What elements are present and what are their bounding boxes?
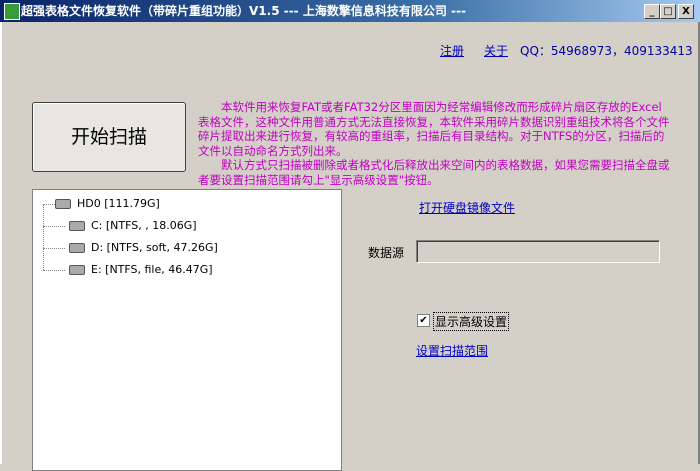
tree-branch (43, 226, 65, 227)
description-paragraph-2: 默认方式只扫描被删除或者格式化后释放出来空间内的表格数据，如果您需要扫描全盘或者… (198, 158, 670, 187)
tree-branch (43, 270, 65, 271)
advanced-settings-label[interactable]: 显示高级设置 (433, 312, 510, 331)
hard-disk-icon (55, 199, 71, 209)
disk-tree[interactable]: HD0 [111.79G] C: [NTFS, , 18.06G] D: [NT… (32, 189, 342, 471)
register-link[interactable]: 注册 (440, 42, 464, 59)
app-icon (4, 3, 20, 20)
about-link[interactable]: 关于 (484, 42, 508, 59)
tree-item-label: HD0 [111.79G] (77, 197, 160, 210)
tree-item-e[interactable]: E: [NTFS, file, 46.47G] (69, 262, 213, 278)
data-source-label: 数据源 (368, 246, 405, 260)
minimize-button[interactable]: _ (644, 4, 660, 19)
drive-icon (69, 243, 85, 253)
title-bar: 超强表格文件恢复软件（带碎片重组功能）V1.5 --- 上海数擎信息科技有限公司… (0, 0, 700, 22)
window-title: 超强表格文件恢复软件（带碎片重组功能）V1.5 --- 上海数擎信息科技有限公司… (21, 4, 466, 18)
close-button[interactable]: X (678, 4, 694, 19)
tree-line (43, 204, 44, 270)
drive-icon (69, 265, 85, 275)
qq-contact: QQ：54968973，409133413 (520, 44, 693, 58)
tree-item-label: C: [NTFS, , 18.06G] (91, 219, 197, 232)
tree-item-hd0[interactable]: HD0 [111.79G] (55, 196, 160, 212)
tree-branch (43, 248, 65, 249)
tree-item-c[interactable]: C: [NTFS, , 18.06G] (69, 218, 197, 234)
start-scan-button[interactable]: 开始扫描 (32, 102, 186, 172)
description-paragraph-1: 本软件用来恢复FAT或者FAT32分区里面因为经常编辑修改而形成碎片扇区存放的E… (198, 100, 670, 158)
data-source-input[interactable] (416, 240, 660, 263)
tree-item-label: D: [NTFS, soft, 47.26G] (91, 241, 218, 254)
open-disk-image-link[interactable]: 打开硬盘镜像文件 (419, 199, 515, 216)
description: 本软件用来恢复FAT或者FAT32分区里面因为经常编辑修改而形成碎片扇区存放的E… (198, 100, 670, 187)
maximize-button[interactable]: □ (660, 4, 676, 19)
advanced-settings-checkbox[interactable]: ✔ (417, 314, 430, 327)
tree-item-d[interactable]: D: [NTFS, soft, 47.26G] (69, 240, 218, 256)
scan-range-link[interactable]: 设置扫描范围 (416, 342, 488, 359)
drive-icon (69, 221, 85, 231)
tree-item-label: E: [NTFS, file, 46.47G] (91, 263, 213, 276)
